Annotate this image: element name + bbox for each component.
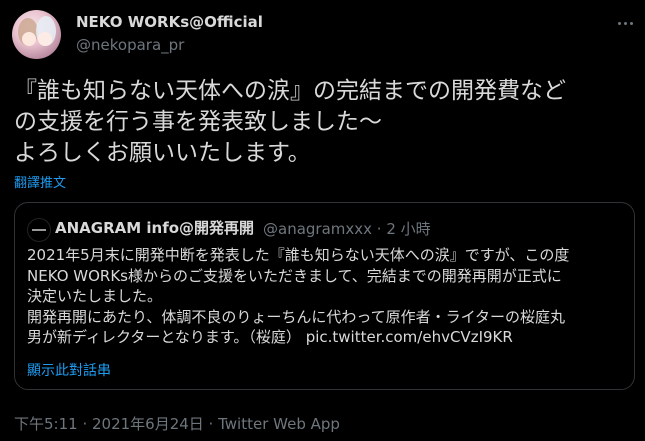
avatar[interactable] bbox=[12, 10, 61, 59]
quoted-handle: @anagramxxx bbox=[263, 220, 373, 238]
quoted-author-name: ANAGRAM info@開発再開 bbox=[55, 219, 255, 237]
translate-link[interactable]: 翻譯推文 bbox=[14, 172, 66, 191]
quoted-meta: @anagramxxx · 2 小時 bbox=[263, 218, 431, 239]
quoted-pic-link[interactable]: pic.twitter.com/ehvCVzI9KR bbox=[306, 328, 513, 346]
tweet-text: 『誰も知らない天体への涙』の完結までの開発費など の支援を行う事を発表致しました… bbox=[14, 78, 566, 166]
meta-separator: · bbox=[376, 220, 382, 238]
show-thread-link[interactable]: 顯示此對話串 bbox=[27, 360, 111, 380]
quoted-tweet[interactable]: ANAGRAM info@開発再開 @anagramxxx · 2 小時 202… bbox=[14, 202, 635, 390]
author-name[interactable]: NEKO WORKs@Official bbox=[76, 13, 263, 31]
quoted-avatar[interactable] bbox=[27, 218, 51, 242]
more-icon[interactable] bbox=[614, 12, 636, 34]
quoted-text: 2021年5月末に開発中断を発表した『誰も知らない天体への涙』ですが、この度 N… bbox=[27, 245, 627, 348]
quoted-time: 2 小時 bbox=[386, 220, 431, 238]
tweet: NEKO WORKs@Official @nekopara_pr 『誰も知らない… bbox=[0, 0, 645, 441]
author-handle[interactable]: @nekopara_pr bbox=[76, 36, 184, 54]
timestamp[interactable]: 下午5:11 · 2021年6月24日 · Twitter Web App bbox=[14, 413, 340, 434]
